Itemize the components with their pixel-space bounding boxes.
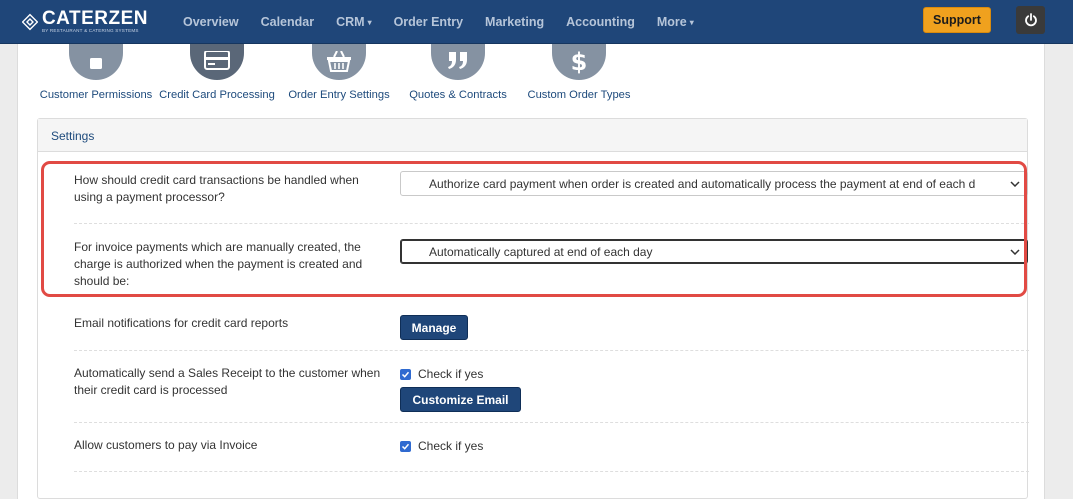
power-icon [1024,13,1037,27]
sales-receipt-label: Automatically send a Sales Receipt to th… [74,366,381,397]
order-entry-settings-label: Order Entry Settings [288,89,390,101]
checkbox-checked-icon [400,368,411,380]
custom-order-types-tile[interactable]: $ Custom Order Types [526,44,632,101]
nav-marketing[interactable]: Marketing [474,15,555,29]
brand-name: CATERZEN [41,8,148,29]
row-divider [74,422,1029,423]
caterzen-logo[interactable]: CATERZEN BY RESTAURANT & CATERING SYSTEM… [22,5,148,39]
custom-order-types-label: Custom Order Types [527,89,631,101]
logout-button[interactable] [1016,6,1045,34]
caret-down-icon: ▾ [689,17,694,27]
credit-card-processing-tile[interactable]: Credit Card Processing [158,44,276,101]
customize-email-button[interactable]: Customize Email [400,387,521,412]
order-entry-settings-tile[interactable]: Order Entry Settings [286,44,392,101]
main-panel: Customer Permissions Credit Card Process… [17,44,1045,499]
customer-permissions-label: Customer Permissions [39,89,153,101]
quote-icon [448,52,467,69]
sales-receipt-checkbox[interactable]: Check if yes [400,367,483,381]
lock-icon [90,58,102,69]
nav-order-entry[interactable]: Order Entry [383,15,474,29]
credit-card-icon [204,51,230,70]
brand-tagline: BY RESTAURANT & CATERING SYSTEMS [41,28,139,33]
credit-card-processing-label: Credit Card Processing [159,89,275,101]
quotes-contracts-label: Quotes & Contracts [409,89,507,101]
row-divider [74,350,1029,351]
caret-down-icon: ▾ [367,17,372,27]
basket-icon [327,51,351,72]
logo-mark-icon [22,13,38,30]
nav-overview[interactable]: Overview [172,15,250,29]
highlight-annotation [41,161,1027,297]
checkbox-checked-icon [400,440,411,452]
quotes-contracts-tile[interactable]: Quotes & Contracts [408,44,508,101]
main-nav: Overview Calendar CRM ▾ Order Entry Marke… [172,0,705,44]
support-button[interactable]: Support [923,7,991,33]
dollar-icon: $ [570,48,588,76]
sales-receipt-check-label: Check if yes [418,367,484,381]
nav-accounting[interactable]: Accounting [555,15,646,29]
manage-button[interactable]: Manage [400,315,468,340]
pay-via-invoice-label: Allow customers to pay via Invoice [74,438,258,452]
nav-more[interactable]: More ▾ [646,15,705,29]
row-divider [74,471,1029,472]
top-navbar: CATERZEN BY RESTAURANT & CATERING SYSTEM… [0,0,1073,44]
email-notifications-label: Email notifications for credit card repo… [74,316,289,330]
nav-calendar[interactable]: Calendar [250,15,326,29]
pay-via-invoice-check-label: Check if yes [418,439,484,453]
customer-permissions-tile[interactable]: Customer Permissions [40,44,152,101]
nav-crm[interactable]: CRM ▾ [325,15,382,29]
settings-title: Settings [38,119,1027,152]
pay-via-invoice-checkbox[interactable]: Check if yes [400,439,483,453]
